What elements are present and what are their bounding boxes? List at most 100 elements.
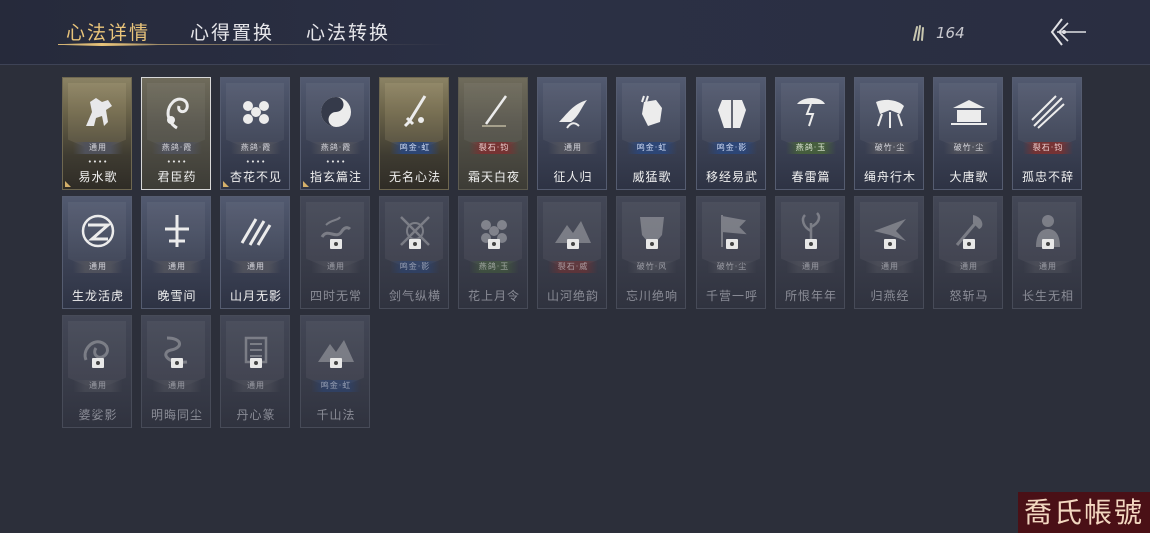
card-name: 归燕经 <box>870 289 910 303</box>
top-bar: 心法详情 心得置换 心法转换 164 <box>0 0 1150 65</box>
spears-icon <box>1031 95 1065 129</box>
card-name: 婆娑影 <box>78 408 118 422</box>
skill-card[interactable]: 鸣金·影 剑气纵横 <box>379 196 449 309</box>
card-tag: 通用 <box>231 380 281 392</box>
skill-card[interactable]: 破竹·尘 千营一呼 <box>696 196 766 309</box>
card-name: 无名心法 <box>388 170 441 184</box>
skill-card[interactable]: 鸣金·影移经易武 <box>696 77 766 190</box>
watermark: 喬氏帳號 <box>1018 492 1150 533</box>
skill-card[interactable]: 通用 明晦同尘 <box>141 315 211 428</box>
skill-card[interactable]: 鸣金·虹 威猛歌 <box>616 77 686 190</box>
lock-icon <box>330 239 342 249</box>
lock-icon <box>250 358 262 368</box>
skill-card[interactable]: 通用 四时无常 <box>300 196 370 309</box>
skill-card[interactable]: 裂石·钧 霜天白夜 <box>458 77 528 190</box>
card-tag: 燕鸽·霞 <box>152 142 202 154</box>
card-name: 山河绝韵 <box>546 289 599 303</box>
card-tag: 通用 <box>152 380 202 392</box>
card-name: 威猛歌 <box>632 170 672 184</box>
card-tag: 鸣金·影 <box>390 261 440 273</box>
card-tag: 鸣金·虹 <box>311 380 361 392</box>
skill-card[interactable]: 通用 生龙活虎 <box>62 196 132 309</box>
card-name: 孤忠不辞 <box>1021 170 1074 184</box>
card-name: 霜天白夜 <box>467 170 520 184</box>
lock-icon <box>567 239 579 249</box>
card-name: 移经易武 <box>705 170 758 184</box>
roots-icon <box>876 99 904 128</box>
skill-card[interactable]: 通用 所恨年年 <box>775 196 845 309</box>
slash-icon <box>240 218 272 246</box>
skill-card[interactable]: 通用 丹心篆 <box>220 315 290 428</box>
card-tag: 破竹·尘 <box>865 142 915 154</box>
skill-card[interactable]: 通用 长生无相 <box>1012 196 1082 309</box>
card-rank: •••• <box>166 158 188 166</box>
skill-card[interactable]: 通用 婆娑影 <box>62 315 132 428</box>
card-rank: •••• <box>325 158 347 166</box>
skill-card[interactable]: 燕鸽·霞 •••• 君臣药 <box>141 77 211 190</box>
card-name: 明晦同尘 <box>150 408 203 422</box>
skill-card[interactable]: 通用 山月无影 <box>220 196 290 309</box>
card-tag: 通用 <box>548 142 598 154</box>
blade-icon <box>482 95 508 127</box>
card-name: 指玄篇注 <box>309 170 362 184</box>
card-name: 怒斩马 <box>949 289 989 303</box>
lock-icon <box>330 358 342 368</box>
skill-card[interactable]: 燕鸽·霞 •••• 指玄篇注 <box>300 77 370 190</box>
skill-card[interactable]: 鸣金·虹 无名心法 <box>379 77 449 190</box>
lock-icon <box>1042 239 1054 249</box>
skill-card[interactable]: 通用 •••• 易水歌 <box>62 77 132 190</box>
lock-icon <box>488 239 500 249</box>
herb-icon <box>166 97 189 130</box>
card-tag: 通用 <box>231 261 281 273</box>
skill-card[interactable]: 裂石·钧 孤忠不辞 <box>1012 77 1082 190</box>
swirl-icon <box>81 214 115 248</box>
card-name: 大唐歌 <box>949 170 989 184</box>
skill-card[interactable]: 裂石·威山河绝韵 <box>537 196 607 309</box>
skill-card[interactable]: 通用 晚雪间 <box>141 196 211 309</box>
card-name: 丹心篆 <box>236 408 276 422</box>
card-name: 山月无影 <box>229 289 282 303</box>
feather-icon <box>913 25 924 41</box>
card-tag: 裂石·威 <box>548 261 598 273</box>
skill-card[interactable]: 燕鸽·霞 •••• 杏花不见 <box>220 77 290 190</box>
flower-icon <box>243 101 269 124</box>
skill-card[interactable]: 破竹·尘大唐歌 <box>933 77 1003 190</box>
skill-card[interactable]: 通用 怒斩马 <box>933 196 1003 309</box>
armor-icon <box>718 100 746 128</box>
card-tag: 燕鸽·玉 <box>469 261 519 273</box>
horse-icon <box>86 98 112 126</box>
skill-card[interactable]: 鸣金·虹千山法 <box>300 315 370 428</box>
card-tag: 鸣金·影 <box>707 142 757 154</box>
skill-card[interactable]: 破竹·尘 绳舟行木 <box>854 77 924 190</box>
skill-card[interactable]: 通用 征人归 <box>537 77 607 190</box>
card-name: 所恨年年 <box>784 289 837 303</box>
card-tag: 破竹·尘 <box>944 142 994 154</box>
equipped-corner-icon <box>303 181 309 187</box>
skill-card[interactable]: 破竹·风 忘川绝响 <box>616 196 686 309</box>
card-tag: 燕鸽·玉 <box>786 142 836 154</box>
card-name: 千山法 <box>316 408 356 422</box>
card-name: 花上月令 <box>467 289 520 303</box>
skill-card[interactable]: 燕鸽·玉花上月令 <box>458 196 528 309</box>
card-name: 忘川绝响 <box>625 289 678 303</box>
sword-icon <box>403 95 427 128</box>
equipped-corner-icon <box>65 181 71 187</box>
skill-card[interactable]: 通用 归燕经 <box>854 196 924 309</box>
lock-icon <box>92 358 104 368</box>
card-name: 春雷篇 <box>791 170 831 184</box>
lock-icon <box>646 239 658 249</box>
card-tag: 通用 <box>786 261 836 273</box>
card-name: 生龙活虎 <box>71 289 124 303</box>
tab-underline <box>58 43 450 46</box>
card-name: 君臣药 <box>157 170 197 184</box>
card-name: 千营一呼 <box>705 289 758 303</box>
card-tag: 通用 <box>1023 261 1073 273</box>
back-arrow-icon[interactable] <box>1044 14 1090 50</box>
thunder-icon <box>797 98 825 127</box>
card-tag: 通用 <box>73 380 123 392</box>
card-tag: 通用 <box>311 261 361 273</box>
card-name: 易水歌 <box>78 170 118 184</box>
equipped-corner-icon <box>223 181 229 187</box>
cross-icon <box>165 215 189 247</box>
skill-card[interactable]: 燕鸽·玉春雷篇 <box>775 77 845 190</box>
